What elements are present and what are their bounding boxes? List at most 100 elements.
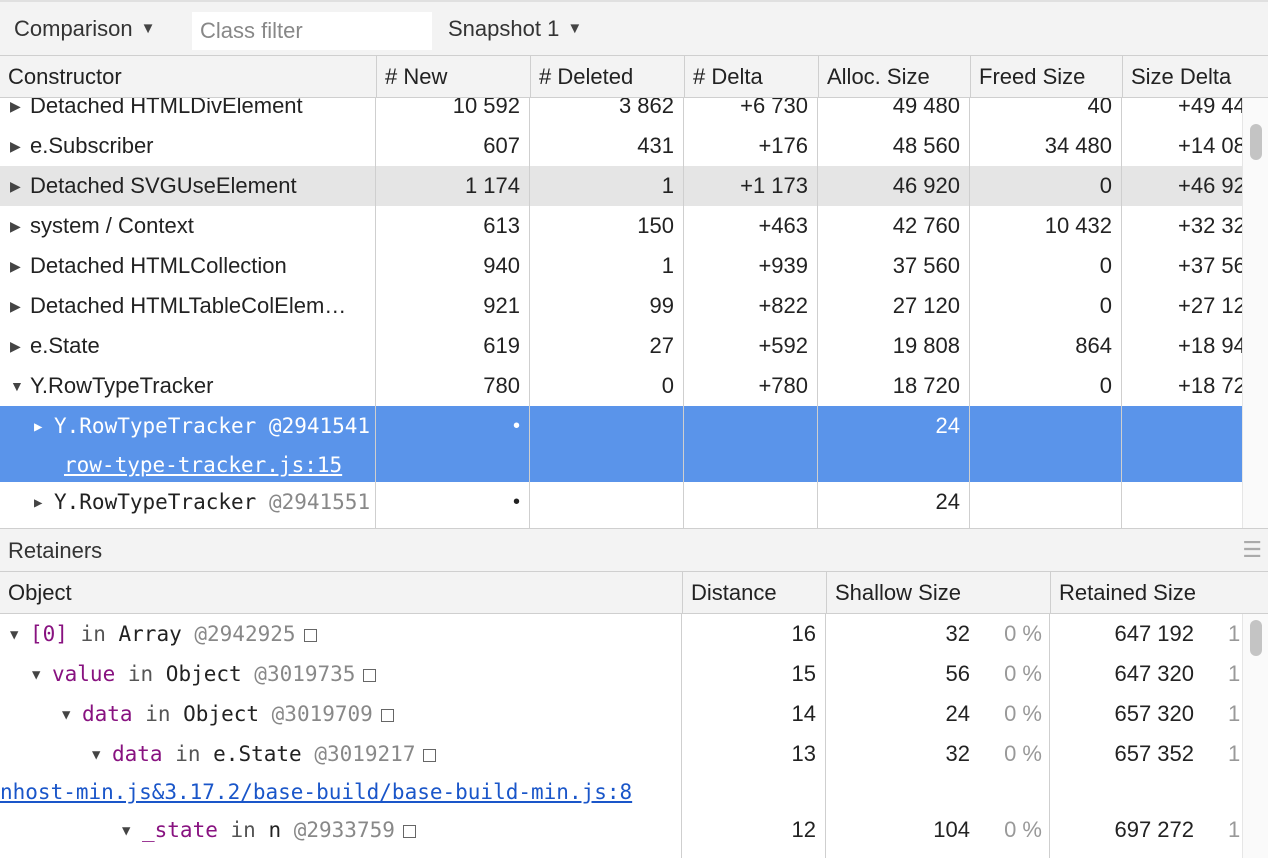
- table-row[interactable]: ▶ e.Subscriber 607 431 +176 48 560 34 480 +14 0…: [0, 126, 1246, 166]
- column-header-deleted[interactable]: # Deleted: [530, 56, 684, 98]
- shallow-size-cell: 56: [945, 661, 970, 686]
- expanded-triangle-icon[interactable]: ▼: [122, 811, 136, 851]
- table-row[interactable]: ▶ system / Context 613 150 +463 42 760 10 432 +…: [0, 206, 1246, 246]
- retainer-row[interactable]: ▼ data in e.State @3019217 13 32 0 % 657 352 1: [0, 734, 1242, 774]
- instance-label: Y.RowTypeTracker @2941541: [54, 414, 371, 438]
- store-as-global-icon[interactable]: [380, 709, 394, 722]
- object-address: @3019217: [301, 742, 416, 766]
- column-header-size-delta[interactable]: Size Delta: [1122, 56, 1268, 98]
- source-link[interactable]: row-type-tracker.js:15: [64, 446, 342, 484]
- selected-instance-row[interactable]: ▶ Y.RowTypeTracker @2941541 row-type-track…: [0, 406, 1242, 482]
- retained-size-cell: 647 320: [1114, 661, 1194, 686]
- expand-triangle-icon[interactable]: ▶: [34, 483, 48, 522]
- constructor-cell: ▶ Detached SVGUseElement: [0, 166, 374, 206]
- table-row[interactable]: ▶ Detached SVGUseElement 1 174 1 +1 173 46 92…: [0, 166, 1246, 206]
- store-as-global-icon[interactable]: [363, 669, 377, 682]
- table-row[interactable]: ▼ Y.RowTypeTracker 780 0 +780 18 720 0 +18 72: [0, 366, 1246, 406]
- column-header-freed-size[interactable]: Freed Size: [970, 56, 1122, 98]
- scrollbar-thumb[interactable]: [1250, 124, 1262, 160]
- cell-delta: +463: [758, 213, 808, 238]
- distance-cell: 15: [791, 661, 816, 686]
- expanded-triangle-icon[interactable]: ▼: [32, 655, 46, 695]
- expand-triangle-icon[interactable]: ▶: [10, 166, 24, 206]
- cell-delta: +592: [758, 333, 808, 358]
- table-row[interactable]: ▶ e.State 619 27 +592 19 808 864 +18 94: [0, 326, 1246, 366]
- retainer-source-link[interactable]: nhost-min.js&3.17.2/base-build/base-buil…: [0, 774, 632, 810]
- snapshot-select[interactable]: Snapshot 1 ▼: [448, 16, 582, 42]
- constructor-name: Detached HTMLDivElement: [30, 98, 303, 118]
- class-filter-input[interactable]: [192, 12, 432, 50]
- expand-triangle-icon[interactable]: ▶: [10, 98, 24, 126]
- column-divider: [817, 98, 818, 528]
- expand-triangle-icon[interactable]: ▶: [10, 326, 24, 366]
- view-mode-label: Comparison: [14, 16, 133, 41]
- column-header-constructor[interactable]: Constructor: [0, 56, 376, 98]
- comparison-table-header: Constructor # New # Deleted # Delta Allo…: [0, 56, 1268, 98]
- retained-size-cell: 657 320: [1114, 701, 1194, 726]
- constructor-cell: ▼ Y.RowTypeTracker: [0, 366, 374, 406]
- instance-row[interactable]: ▶ Y.RowTypeTracker @2941551 • 24: [0, 482, 1242, 522]
- cell-delta: +822: [758, 293, 808, 318]
- expand-triangle-icon[interactable]: ▶: [10, 246, 24, 286]
- expand-triangle-icon[interactable]: ▶: [10, 206, 24, 246]
- distance-cell: 16: [791, 621, 816, 646]
- top-table-scrollbar[interactable]: [1242, 98, 1268, 528]
- column-divider: [681, 614, 682, 858]
- cell-deleted: 1: [661, 173, 674, 198]
- expand-triangle-icon[interactable]: ▶: [34, 407, 48, 446]
- retainer-row[interactable]: ▼ [0] in Array @2942925 16 32 0 % 647 192 1: [0, 614, 1242, 654]
- shallow-size-cell: 32: [945, 741, 970, 766]
- view-mode-select[interactable]: Comparison ▼: [14, 16, 155, 42]
- retainer-row[interactable]: ▼ value in Object @3019735 15 56 0 % 647 320 1: [0, 654, 1242, 694]
- expanded-triangle-icon[interactable]: ▼: [92, 735, 106, 775]
- expanded-triangle-icon[interactable]: ▼: [62, 695, 76, 735]
- cell-alloc: 24: [935, 413, 960, 438]
- table-row[interactable]: ▶ Detached HTMLCollection 940 1 +939 37 560 0 +…: [0, 246, 1246, 286]
- expanded-triangle-icon[interactable]: ▼: [10, 615, 24, 655]
- store-as-global-icon[interactable]: [303, 629, 317, 642]
- column-header-alloc-size[interactable]: Alloc. Size: [818, 56, 970, 98]
- snapshot-label: Snapshot 1: [448, 16, 560, 41]
- expand-triangle-icon[interactable]: ▶: [10, 126, 24, 166]
- retainer-row[interactable]: ▼ _state in n @2933759 12 104 0 % 697 272 1: [0, 810, 1242, 850]
- constructor-name: Y.RowTypeTracker: [30, 373, 214, 398]
- column-header-shallow-size[interactable]: Shallow Size: [826, 572, 1050, 614]
- column-divider: [529, 98, 530, 528]
- cell-new: 921: [483, 293, 520, 318]
- store-as-global-icon[interactable]: [423, 749, 437, 762]
- retainer-row[interactable]: ▼ data in Object @3019709 14 24 0 % 657 320 1: [0, 694, 1242, 734]
- table-row[interactable]: ▶ Detached HTMLDivElement 10 592 3 862 +6 73…: [0, 98, 1246, 126]
- cell-new: 1 174: [464, 173, 520, 198]
- constructor-name: system / Context: [30, 213, 194, 238]
- instance-type: Y.RowTypeTracker: [54, 490, 269, 514]
- cell-alloc: 24: [935, 489, 960, 514]
- hamburger-menu-icon[interactable]: ☰: [1242, 537, 1262, 563]
- cell-deleted: 0: [661, 373, 674, 398]
- store-as-global-icon[interactable]: [402, 825, 416, 838]
- cell-alloc: 46 920: [892, 173, 960, 198]
- column-header-retained-size[interactable]: Retained Size: [1050, 572, 1268, 614]
- cell-freed: 864: [1075, 333, 1112, 358]
- shallow-size-cell: 104: [933, 817, 970, 842]
- object-type: Object: [183, 702, 260, 726]
- column-header-distance[interactable]: Distance: [682, 572, 826, 614]
- retainer-object-cell: ▼ data in Object @3019709: [62, 694, 394, 734]
- constructor-cell: ▶ system / Context: [0, 206, 374, 246]
- cell-deleted: 431: [637, 133, 674, 158]
- object-type: e.State: [213, 742, 302, 766]
- scrollbar-thumb[interactable]: [1250, 620, 1262, 656]
- cell-freed: 40: [1087, 98, 1112, 118]
- cell-delta: +176: [758, 133, 808, 158]
- expanded-triangle-icon[interactable]: ▼: [10, 366, 24, 406]
- retainers-scrollbar[interactable]: [1242, 614, 1268, 858]
- column-header-delta[interactable]: # Delta: [684, 56, 818, 98]
- profiler-toolbar: Comparison ▼ Snapshot 1 ▼: [0, 0, 1268, 56]
- column-header-object[interactable]: Object: [0, 572, 682, 614]
- cell-new: 619: [483, 333, 520, 358]
- table-row[interactable]: ▶ Detached HTMLTableColElem… 921 99 +822 27 1…: [0, 286, 1246, 326]
- constructor-cell: ▶ e.State: [0, 326, 374, 366]
- column-header-new[interactable]: # New: [376, 56, 530, 98]
- cell-new: •: [512, 491, 520, 513]
- cell-freed: 0: [1099, 253, 1112, 278]
- expand-triangle-icon[interactable]: ▶: [10, 286, 24, 326]
